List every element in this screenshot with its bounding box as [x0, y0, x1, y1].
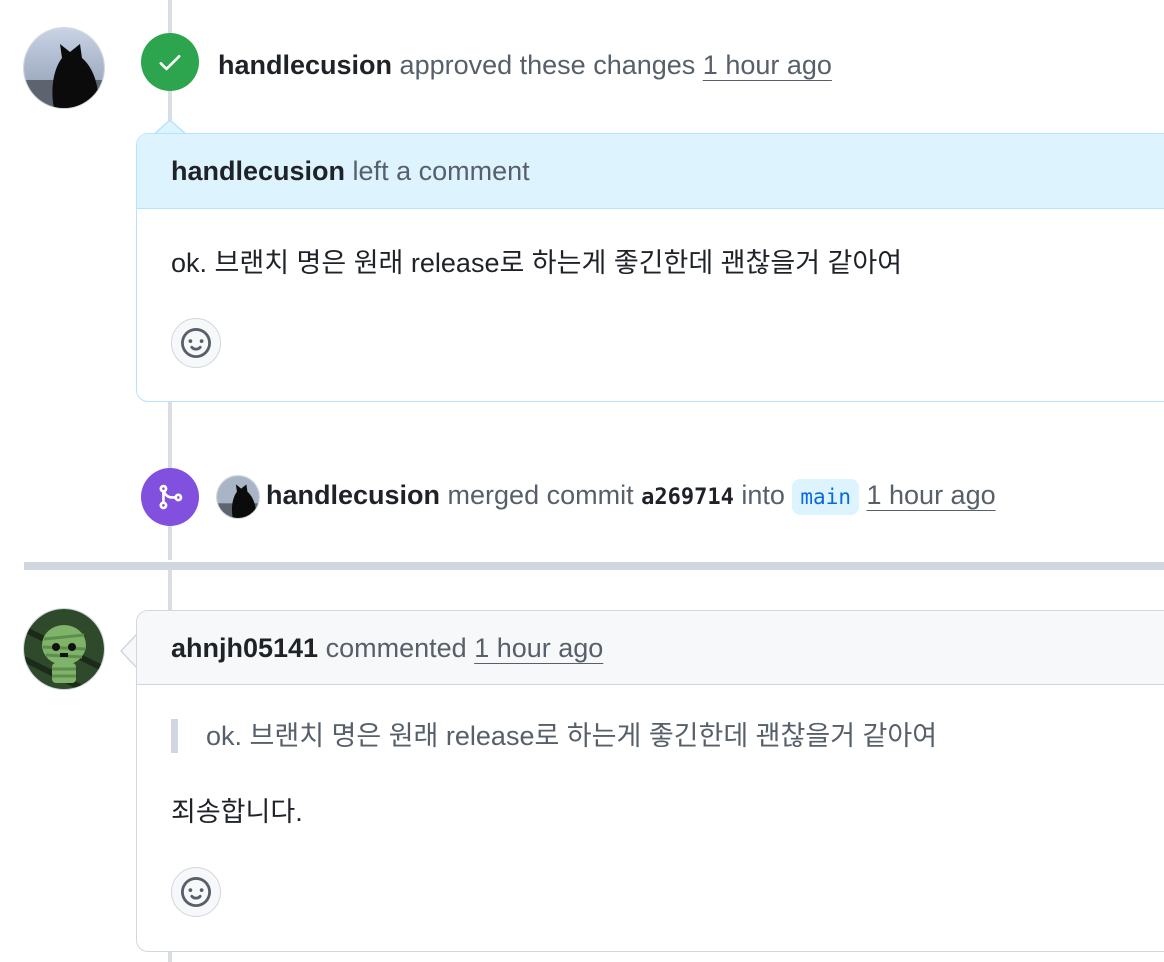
timeline-separator: [24, 562, 1164, 570]
avatar-handlecusion[interactable]: [24, 28, 104, 108]
merged-badge: [141, 468, 199, 526]
avatar-handlecusion-small[interactable]: [217, 476, 259, 518]
merge-action-text: merged commit: [447, 480, 634, 510]
approved-badge: [141, 33, 199, 91]
comment-author-link[interactable]: ahnjh05141: [171, 633, 318, 663]
merge-author-link[interactable]: handlecusion: [266, 480, 440, 510]
review-author-link[interactable]: handlecusion: [218, 50, 392, 80]
review-time-link[interactable]: 1 hour ago: [703, 50, 832, 80]
avatar-ahnjh05141[interactable]: [24, 609, 104, 689]
review-comment-header: handlecusion left a comment: [137, 134, 1164, 209]
comment-quote: ok. 브랜치 명은 원래 release로 하는게 좋긴한데 괜찮을거 같아여: [171, 719, 937, 753]
review-comment-author-link[interactable]: handlecusion: [171, 156, 345, 186]
git-merge-icon: [159, 484, 183, 510]
comment-header: ahnjh05141 commented 1 hour ago: [137, 611, 1164, 685]
comment-action-text: commented: [325, 633, 467, 663]
commit-sha-link[interactable]: a269714: [641, 485, 734, 510]
merge-event-line: handlecusion merged commit a269714 into …: [266, 478, 996, 515]
add-reaction-button[interactable]: [171, 318, 221, 368]
branch-name[interactable]: main: [792, 479, 859, 515]
comment-body: 죄송합니다.: [171, 797, 303, 827]
review-comment-action: left a comment: [352, 156, 530, 186]
smiley-icon: [181, 877, 211, 907]
merge-into-text: into: [741, 480, 785, 510]
smiley-icon: [181, 328, 211, 358]
check-icon: [159, 55, 181, 71]
comment-box: ahnjh05141 commented 1 hour ago ok. 브랜치 …: [136, 610, 1164, 952]
pr-timeline: handlecusion approved these changes 1 ho…: [0, 0, 1164, 962]
review-event-line: handlecusion approved these changes 1 ho…: [218, 48, 832, 82]
add-reaction-button-2[interactable]: [171, 867, 221, 917]
merge-time-link[interactable]: 1 hour ago: [867, 480, 996, 510]
review-comment-box: handlecusion left a comment ok. 브랜치 명은 원…: [136, 133, 1164, 402]
review-action-text: approved these changes: [399, 50, 696, 80]
review-comment-body: ok. 브랜치 명은 원래 release로 하는게 좋긴한데 괜찮을거 같아여: [171, 248, 903, 278]
comment-time-link[interactable]: 1 hour ago: [474, 633, 603, 663]
